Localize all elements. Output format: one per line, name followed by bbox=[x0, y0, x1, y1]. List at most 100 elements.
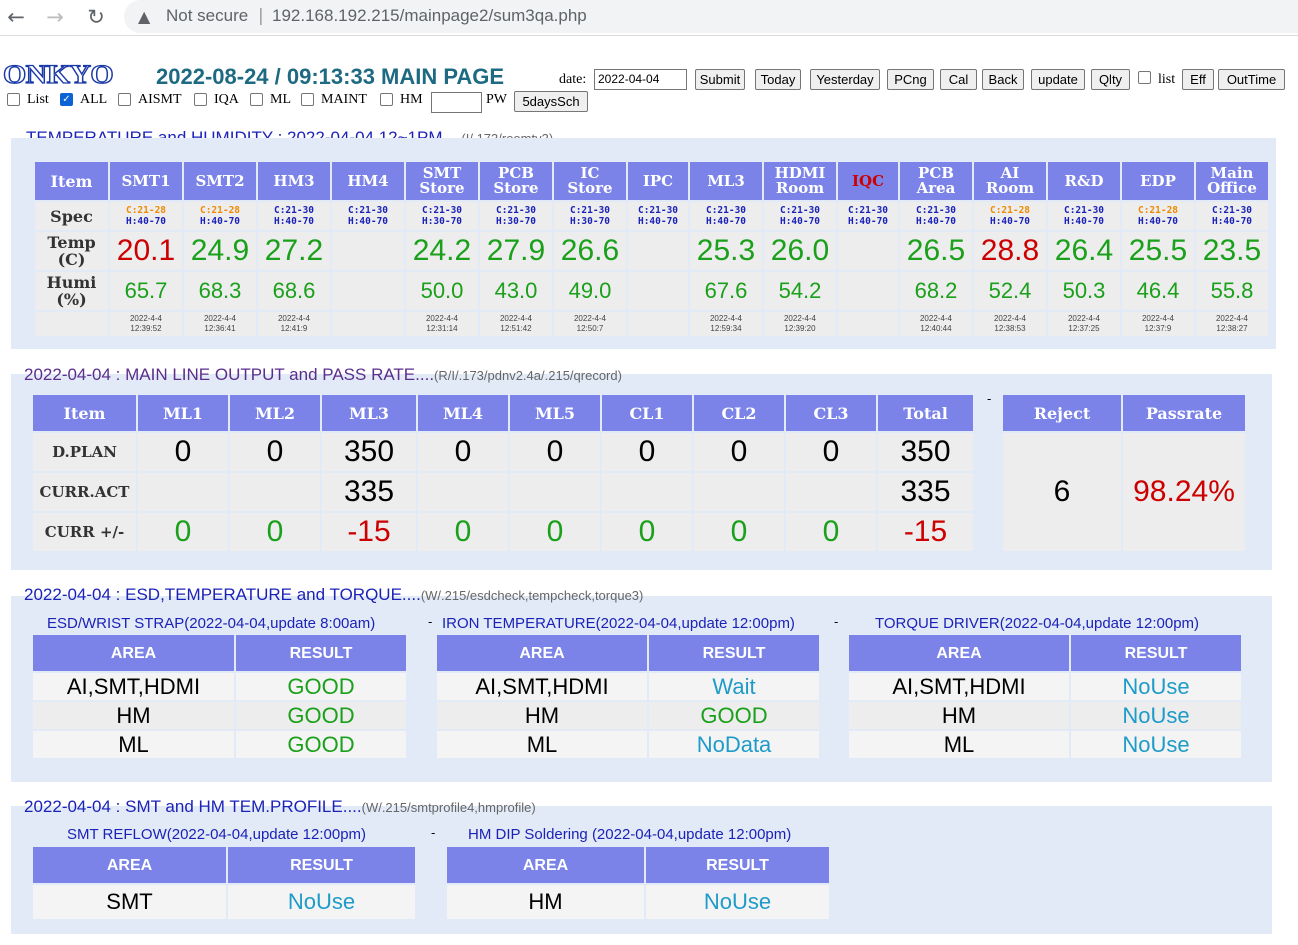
area-header: AREA bbox=[447, 847, 644, 883]
header-hm4: HM4 bbox=[332, 162, 404, 200]
area-cell: HM bbox=[849, 702, 1069, 729]
spec-cell: C:21-28 H:40-70 bbox=[184, 202, 256, 230]
filter-aismt-checkbox[interactable] bbox=[118, 93, 131, 106]
table-row: 2022-4-4 12:39:52 2022-4-4 12:36:41 2022-4-4… bbox=[35, 312, 1268, 336]
subtable-title: HM DIP Soldering (2022-04-04,update 12:0… bbox=[468, 826, 792, 843]
hm-input[interactable] bbox=[431, 92, 482, 113]
area-cell: ML bbox=[33, 731, 234, 758]
result-header: RESULT bbox=[1071, 635, 1241, 671]
temp-value: 26.0 bbox=[764, 232, 836, 270]
output-source: (R/I/.173/pdnv2.4a/.215/qrecord) bbox=[434, 368, 622, 383]
reload-icon[interactable]: ↻ bbox=[83, 4, 109, 30]
output-value: 0 bbox=[418, 433, 508, 471]
timestamp-time: 12:38:53 bbox=[994, 324, 1026, 333]
outtime-button[interactable]: OutTime bbox=[1218, 69, 1285, 90]
spec-cell: C:21-30 H:40-70 bbox=[1048, 202, 1120, 230]
table-row: Spec C:21-28 H:40-70 C:21-28 H:40-70 C:21-30 H… bbox=[35, 202, 1268, 230]
area-cell: HM bbox=[447, 885, 644, 919]
date-input[interactable]: 2022-04-04 bbox=[594, 69, 687, 90]
area-cell: SMT bbox=[33, 885, 226, 919]
security-label[interactable]: Not secure bbox=[166, 6, 248, 26]
timestamp-date: 2022-4-4 bbox=[277, 314, 311, 323]
output-heading-text: 2022-04-04 : MAIN LINE OUTPUT and PASS R… bbox=[24, 365, 435, 384]
timestamp-cell: 2022-4-4 12:37:25 bbox=[1048, 312, 1120, 336]
warning-icon[interactable]: ▲ bbox=[138, 7, 150, 26]
timestamp-date: 2022-4-4 bbox=[129, 314, 163, 323]
spec-c: C:21-30 bbox=[915, 205, 957, 216]
temp-value: 28.8 bbox=[974, 232, 1046, 270]
5dayssch-button[interactable]: 5daysSch bbox=[514, 91, 588, 112]
header-hm3: HM3 bbox=[258, 162, 330, 200]
filter-hm-checkbox[interactable] bbox=[380, 93, 393, 106]
header-line1: SMT1 bbox=[121, 171, 171, 190]
pcng-button[interactable]: PCng bbox=[887, 69, 934, 90]
result-cell: GOOD bbox=[236, 673, 406, 700]
filter-list-checkbox[interactable] bbox=[7, 93, 20, 106]
table-row: Reject Passrate bbox=[1003, 395, 1245, 431]
row-label-temp: Temp (C) bbox=[35, 232, 108, 270]
humi-value bbox=[838, 272, 898, 310]
table-row: HM NoUse bbox=[447, 885, 829, 919]
header-smt1: SMT1 bbox=[110, 162, 182, 200]
filter-iqa-checkbox[interactable] bbox=[194, 93, 207, 106]
output-value: 0 bbox=[138, 433, 228, 471]
output-value: 0 bbox=[230, 513, 320, 551]
spec-c: C:21-30 bbox=[421, 205, 463, 216]
output-value: 335 bbox=[878, 473, 973, 511]
header-line1: IPC bbox=[642, 171, 674, 190]
submit-button[interactable]: Submit bbox=[695, 69, 745, 90]
header-line2: Store bbox=[419, 179, 465, 197]
qlty-button[interactable]: Qlty bbox=[1091, 69, 1130, 90]
temp-value: 27.2 bbox=[258, 232, 330, 270]
spec-cell: C:21-30 H:40-70 bbox=[1196, 202, 1268, 230]
result-cell: NoUse bbox=[646, 885, 829, 919]
spec-c: C:21-28 bbox=[199, 205, 241, 216]
filter-aismt-label: AISMT bbox=[138, 92, 182, 107]
filter-ml-checkbox[interactable] bbox=[250, 93, 263, 106]
header-pcbstore: PCB Store bbox=[480, 162, 552, 200]
spec-c: C:21-30 bbox=[1063, 205, 1105, 216]
profile-heading: 2022-04-04 : SMT and HM TEM.PROFILE....(… bbox=[24, 797, 536, 817]
output-header-ml3: ML3 bbox=[322, 395, 416, 431]
back-button[interactable]: Back bbox=[982, 69, 1024, 90]
output-header-cl3: CL3 bbox=[786, 395, 876, 431]
filter-all-checkbox[interactable]: ✓ bbox=[60, 93, 73, 106]
spec-h: H:40-70 bbox=[989, 216, 1031, 227]
temp-value: 20.1 bbox=[110, 232, 182, 270]
filter-maint-checkbox[interactable] bbox=[301, 93, 314, 106]
filter-hm-label: HM bbox=[400, 92, 423, 107]
list-checkbox[interactable] bbox=[1138, 71, 1151, 84]
spec-c: C:21-30 bbox=[273, 205, 315, 216]
timestamp-time: 12:59:34 bbox=[710, 324, 742, 333]
spec-h: H:40-70 bbox=[1063, 216, 1105, 227]
header-smt2: SMT2 bbox=[184, 162, 256, 200]
header-line1: SMT2 bbox=[195, 171, 245, 190]
eff-button[interactable]: Eff bbox=[1182, 69, 1214, 90]
cal-button[interactable]: Cal bbox=[940, 69, 977, 90]
spec-h: H:40-70 bbox=[915, 216, 957, 227]
spec-cell: C:21-28 H:40-70 bbox=[110, 202, 182, 230]
url-text[interactable]: 192.168.192.215/mainpage2/sum3qa.php bbox=[272, 6, 587, 26]
humi-value: 67.6 bbox=[690, 272, 762, 310]
filter-all-label: ALL bbox=[80, 92, 108, 107]
spec-cell: C:21-30 H:40-70 bbox=[838, 202, 898, 230]
timestamp-time: 12:50:7 bbox=[576, 324, 604, 333]
back-arrow-icon[interactable]: ← bbox=[3, 4, 29, 30]
humi-label-1: Humi bbox=[46, 273, 97, 292]
yesterday-button[interactable]: Yesterday bbox=[810, 69, 880, 90]
table-row: D.PLAN 0 0 350 0 0 0 0 0 350 bbox=[33, 433, 973, 471]
today-button[interactable]: Today bbox=[755, 69, 801, 90]
spec-h: H:40-70 bbox=[1211, 216, 1253, 227]
esd-heading-text: 2022-04-04 : ESD,TEMPERATURE and TORQUE.… bbox=[24, 585, 421, 604]
header-rd: R&D bbox=[1048, 162, 1120, 200]
address-bar[interactable]: ▲ Not secure | 192.168.192.215/mainpage2… bbox=[124, 0, 1298, 33]
humi-value: 52.4 bbox=[974, 272, 1046, 310]
header-smtstore: SMT Store bbox=[406, 162, 478, 200]
subtable-dash: - bbox=[431, 826, 436, 840]
header-line2: Area bbox=[916, 179, 956, 197]
spec-c: C:21-30 bbox=[705, 205, 747, 216]
update-button[interactable]: update bbox=[1031, 69, 1085, 90]
forward-arrow-icon[interactable]: → bbox=[42, 4, 68, 30]
table-row: AI,SMT,HDMI NoUse bbox=[849, 673, 1241, 700]
area-cell: ML bbox=[849, 731, 1069, 758]
